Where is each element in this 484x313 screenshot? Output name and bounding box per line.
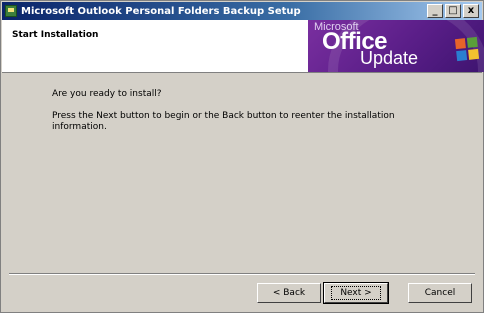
cancel-button[interactable]: Cancel [408,283,472,303]
title-bar[interactable]: Microsoft Outlook Personal Folders Backu… [2,2,482,20]
page-title: Start Installation [12,30,99,40]
window-controls: _ □ x [427,4,479,18]
wizard-header: Start Installation Microsoft Office Upda… [2,20,484,73]
back-button-label: < Back [272,288,306,298]
button-divider [9,273,475,275]
next-button[interactable]: Next > [323,282,389,304]
minimize-button[interactable]: _ [427,4,443,18]
office-update-banner: Microsoft Office Update [308,20,484,72]
close-button[interactable]: x [463,4,479,18]
next-button-label: Next > [331,286,381,300]
window-title: Microsoft Outlook Personal Folders Backu… [21,5,301,17]
back-button[interactable]: < Back [257,283,321,303]
maximize-button[interactable]: □ [445,4,461,18]
cancel-button-label: Cancel [424,288,456,298]
banner-update-text: Update [360,48,419,68]
office-logo-icon [454,36,480,62]
instructions-text: Press the Next button to begin or the Ba… [52,111,395,132]
wizard-body: Are you ready to install? Press the Next… [2,73,482,269]
setup-icon [5,5,17,17]
ready-question: Are you ready to install? [52,89,162,99]
setup-window: Microsoft Outlook Personal Folders Backu… [0,0,484,313]
